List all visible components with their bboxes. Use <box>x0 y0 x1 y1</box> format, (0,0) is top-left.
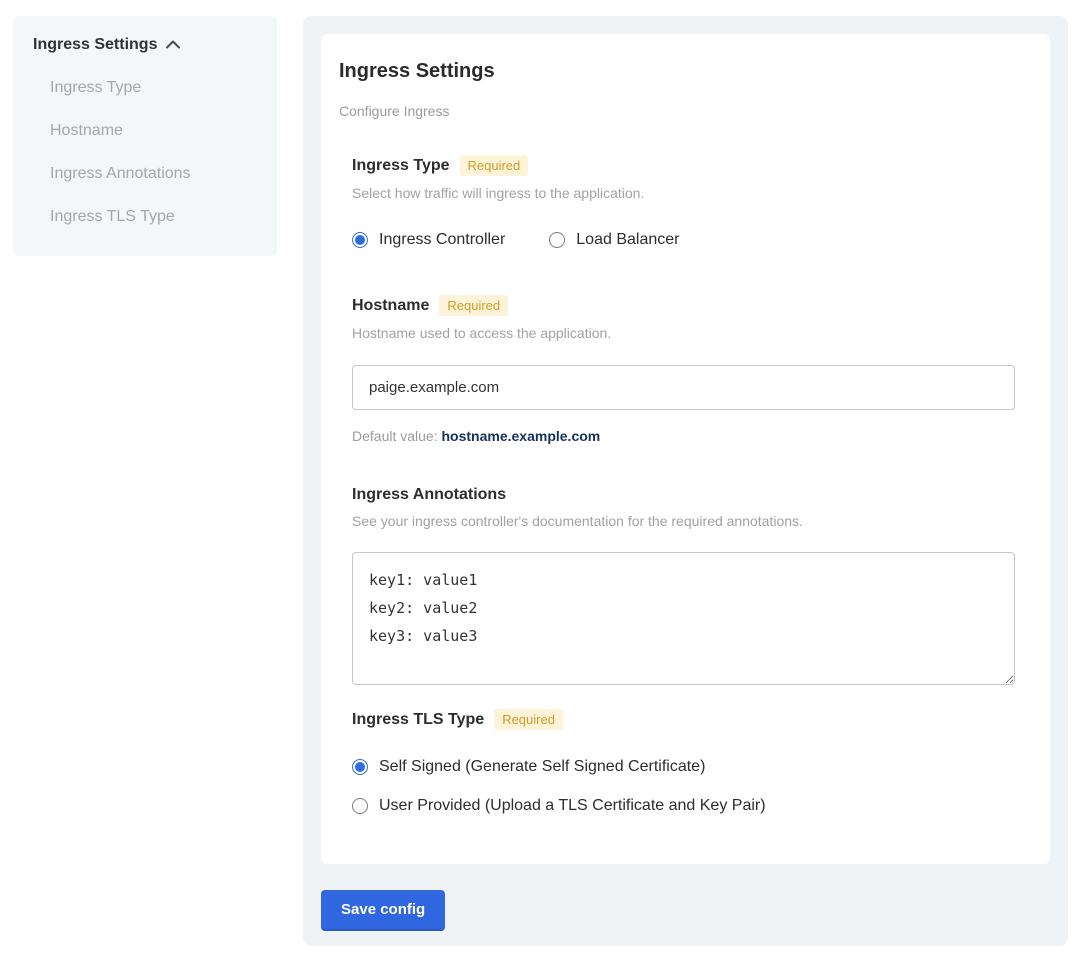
page-subtitle: Configure Ingress <box>339 103 1015 119</box>
ingress-type-label: Ingress Type <box>352 157 450 175</box>
radio-selected-icon <box>352 232 368 248</box>
section-ingress-annotations: Ingress Annotations See your ingress con… <box>352 486 1015 685</box>
hostname-label: Hostname <box>352 297 429 315</box>
radio-load-balancer[interactable]: Load Balancer <box>549 231 679 249</box>
sidebar-item-ingress-annotations[interactable]: Ingress Annotations <box>33 165 257 183</box>
sidebar-group-label: Ingress Settings <box>33 36 157 54</box>
page-title: Ingress Settings <box>339 60 1015 83</box>
hostname-default-line: Default value: hostname.example.com <box>352 428 1015 444</box>
save-config-button[interactable]: Save config <box>321 890 445 929</box>
required-badge: Required <box>439 295 508 316</box>
required-badge: Required <box>494 709 563 730</box>
sidebar-item-ingress-tls-type[interactable]: Ingress TLS Type <box>33 208 257 226</box>
tls-type-radio-group: Self Signed (Generate Self Signed Certif… <box>352 758 1015 815</box>
section-ingress-type: Ingress Type Required Select how traffic… <box>352 155 1015 249</box>
section-hostname: Hostname Required Hostname used to acces… <box>352 295 1015 444</box>
annotations-help: See your ingress controller's documentat… <box>352 513 1015 529</box>
ingress-type-radio-group: Ingress Controller Load Balancer <box>352 231 1015 249</box>
radio-selected-icon <box>352 759 368 775</box>
ingress-settings-card: Ingress Settings Configure Ingress Ingre… <box>321 34 1050 864</box>
chevron-up-icon <box>166 36 180 54</box>
radio-user-provided[interactable]: User Provided (Upload a TLS Certificate … <box>352 797 1015 815</box>
hostname-input[interactable] <box>352 365 1015 410</box>
radio-self-signed[interactable]: Self Signed (Generate Self Signed Certif… <box>352 758 1015 776</box>
radio-label: Load Balancer <box>576 231 679 249</box>
config-main-panel: Ingress Settings Configure Ingress Ingre… <box>303 16 1068 946</box>
radio-unselected-icon <box>352 798 368 814</box>
annotations-textarea[interactable]: key1: value1 key2: value2 key3: value3 <box>352 552 1015 685</box>
sidebar-item-ingress-type[interactable]: Ingress Type <box>33 79 257 97</box>
radio-ingress-controller[interactable]: Ingress Controller <box>352 231 505 249</box>
default-value: hostname.example.com <box>442 428 601 444</box>
radio-label: User Provided (Upload a TLS Certificate … <box>379 797 766 815</box>
config-nav-sidebar: Ingress Settings Ingress Type Hostname I… <box>13 16 277 256</box>
required-badge: Required <box>460 155 529 176</box>
radio-label: Self Signed (Generate Self Signed Certif… <box>379 758 705 776</box>
sidebar-item-hostname[interactable]: Hostname <box>33 122 257 140</box>
default-label: Default value: <box>352 428 442 444</box>
ingress-type-help: Select how traffic will ingress to the a… <box>352 185 1015 201</box>
radio-label: Ingress Controller <box>379 231 505 249</box>
radio-unselected-icon <box>549 232 565 248</box>
annotations-label: Ingress Annotations <box>352 486 506 504</box>
section-ingress-tls-type: Ingress TLS Type Required Self Signed (G… <box>352 709 1015 815</box>
tls-type-label: Ingress TLS Type <box>352 711 484 729</box>
sidebar-group-ingress-settings[interactable]: Ingress Settings <box>33 36 257 54</box>
hostname-help: Hostname used to access the application. <box>352 325 1015 341</box>
